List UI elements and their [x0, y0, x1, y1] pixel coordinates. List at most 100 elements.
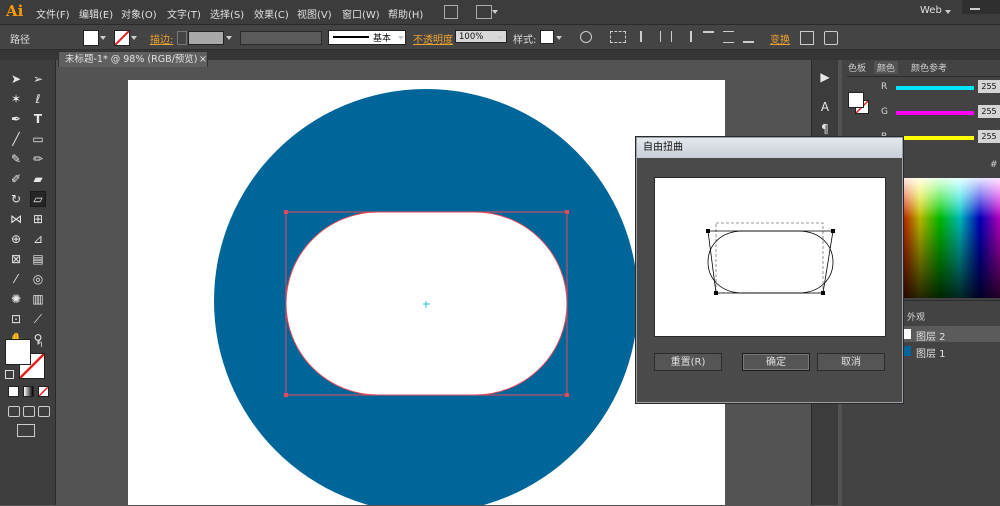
color-mode-icon[interactable]	[8, 386, 19, 397]
opacity-label[interactable]: 不透明度	[413, 31, 453, 46]
color-panel-fill-swatch[interactable]	[848, 92, 864, 108]
draw-inside-icon[interactable]	[38, 406, 50, 417]
menu-effect[interactable]: 效果(C)	[254, 6, 289, 21]
brush-definition[interactable]: 基本	[328, 30, 406, 45]
eyedropper-tool-icon[interactable]: ⁄	[9, 272, 23, 286]
graphic-style-swatch[interactable]	[540, 30, 554, 44]
ok-button[interactable]: 确定	[742, 353, 810, 371]
align-left-icon[interactable]	[640, 31, 652, 42]
stroke-weight-field[interactable]	[188, 31, 224, 45]
default-colors-icon[interactable]	[5, 370, 14, 379]
stroke-swatch[interactable]	[114, 30, 130, 46]
selection-tool-icon[interactable]: ➤	[9, 72, 23, 86]
menu-window[interactable]: 窗口(W)	[342, 6, 380, 21]
swap-fill-stroke-icon[interactable]: ↰	[36, 340, 44, 350]
panel-menu-icon[interactable]	[824, 31, 838, 45]
eraser-tool-icon[interactable]: ▰	[31, 172, 45, 186]
green-channel-slider[interactable]	[896, 111, 974, 115]
distort-handle-bottom-left[interactable]	[714, 291, 718, 295]
chevron-down-icon[interactable]	[100, 36, 106, 40]
gradient-mode-icon[interactable]	[23, 386, 34, 397]
document-tab[interactable]: 未标题-1* @ 98% (RGB/预览) ×	[58, 51, 208, 67]
width-tool-icon[interactable]: ⋈	[9, 212, 23, 226]
chevron-down-icon[interactable]	[497, 36, 503, 40]
none-mode-icon[interactable]	[38, 386, 49, 397]
character-panel-icon[interactable]: A	[818, 100, 832, 114]
stroke-label[interactable]: 描边:	[150, 31, 173, 46]
free-distort-tool-icon[interactable]: ⊞	[31, 212, 45, 226]
workspace-switcher[interactable]: Web	[920, 5, 942, 16]
red-channel-slider[interactable]	[896, 86, 974, 90]
play-action-icon[interactable]: ▶	[818, 70, 832, 84]
menu-edit[interactable]: 编辑(E)	[79, 6, 113, 21]
isolate-icon[interactable]	[800, 31, 814, 45]
chevron-down-icon[interactable]	[945, 10, 951, 14]
tab-appearance[interactable]: 外观	[907, 310, 925, 323]
draw-normal-icon[interactable]	[8, 406, 20, 417]
layer-row-1[interactable]: 图层 1	[899, 343, 1000, 360]
chevron-down-icon[interactable]	[131, 36, 137, 40]
free-transform-tool-icon[interactable]: ▱	[30, 191, 46, 207]
chevron-down-icon[interactable]	[492, 10, 498, 14]
blend-tool-icon[interactable]: ◎	[31, 272, 45, 286]
pen-tool-icon[interactable]: ✒	[9, 112, 23, 126]
blob-brush-tool-icon[interactable]: ✐	[9, 172, 23, 186]
mesh-tool-icon[interactable]: ⊠	[9, 252, 23, 266]
rectangle-tool-icon[interactable]: ▭	[31, 132, 45, 146]
gradient-tool-icon[interactable]: ▤	[31, 252, 45, 266]
chevron-down-icon[interactable]	[556, 36, 562, 40]
menu-view[interactable]: 视图(V)	[297, 6, 332, 21]
bridge-icon[interactable]	[444, 5, 458, 19]
magic-wand-tool-icon[interactable]: ✶	[9, 92, 23, 106]
line-tool-icon[interactable]: ╱	[9, 132, 23, 146]
menu-file[interactable]: 文件(F)	[36, 6, 70, 21]
transform-link[interactable]: 变换	[770, 31, 790, 46]
color-spectrum[interactable]	[900, 178, 1000, 298]
screen-mode-icon[interactable]	[17, 424, 35, 437]
layer-row-2[interactable]: 图层 2	[899, 326, 1000, 343]
tab-color-guide[interactable]: 颜色参考	[911, 61, 947, 74]
align-hcenter-icon[interactable]	[660, 31, 672, 42]
draw-behind-icon[interactable]	[23, 406, 35, 417]
tab-swatches[interactable]: 色板	[848, 61, 866, 74]
perspective-grid-tool-icon[interactable]: ⊿	[31, 232, 45, 246]
cancel-button[interactable]: 取消	[817, 353, 885, 371]
align-bottom-icon[interactable]	[743, 31, 754, 43]
align-right-icon[interactable]	[680, 31, 692, 42]
green-channel-field[interactable]: 255	[978, 105, 1000, 118]
artboard-tool-icon[interactable]: ⊡	[9, 312, 23, 326]
close-icon[interactable]: ×	[199, 52, 207, 68]
rotate-tool-icon[interactable]: ↻	[9, 192, 23, 206]
direct-selection-tool-icon[interactable]: ➢	[31, 72, 45, 86]
pencil-tool-icon[interactable]: ✏	[31, 152, 45, 166]
distort-handle-bottom-right[interactable]	[821, 291, 825, 295]
fill-color-swatch[interactable]	[5, 339, 31, 365]
fill-swatch[interactable]	[83, 30, 99, 46]
shape-builder-tool-icon[interactable]: ⊕	[9, 232, 23, 246]
paintbrush-tool-icon[interactable]: ✎	[9, 152, 23, 166]
lasso-tool-icon[interactable]: ℓ	[31, 92, 45, 106]
menu-type[interactable]: 文字(T)	[167, 6, 201, 21]
minimize-icon[interactable]	[970, 8, 980, 10]
menu-object[interactable]: 对象(O)	[121, 6, 157, 21]
tab-color[interactable]: 颜色	[874, 61, 899, 74]
reset-button[interactable]: 重置(R)	[654, 353, 722, 371]
chevron-down-icon[interactable]	[226, 36, 232, 40]
blue-channel-slider[interactable]	[896, 136, 974, 140]
symbol-sprayer-tool-icon[interactable]: ✺	[9, 292, 23, 306]
menu-select[interactable]: 选择(S)	[210, 6, 244, 21]
recolor-artwork-icon[interactable]	[580, 31, 592, 43]
distort-handle-top-left[interactable]	[706, 229, 710, 233]
distort-handle-top-right[interactable]	[831, 229, 835, 233]
red-channel-field[interactable]: 255	[978, 80, 1000, 93]
distort-preview[interactable]	[654, 177, 886, 337]
arrange-documents-icon[interactable]	[476, 5, 492, 19]
chevron-down-icon[interactable]	[398, 36, 404, 40]
align-vcenter-icon[interactable]	[723, 31, 734, 43]
slice-tool-icon[interactable]: ⟋	[31, 312, 45, 326]
column-graph-tool-icon[interactable]: ▥	[31, 292, 45, 306]
paragraph-panel-icon[interactable]: ¶	[818, 122, 832, 136]
align-top-icon[interactable]	[703, 31, 714, 43]
align-to-icon[interactable]	[610, 31, 626, 43]
menu-help[interactable]: 帮助(H)	[388, 6, 423, 21]
